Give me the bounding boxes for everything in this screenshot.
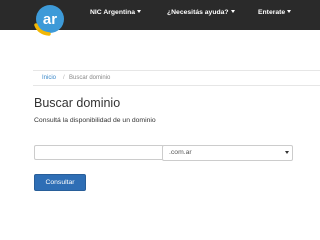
logo-text: ar — [43, 11, 57, 28]
nav-necesitas-ayuda[interactable]: ¿Necesitás ayuda? — [167, 9, 235, 16]
nav-nic-argentina[interactable]: NIC Argentina — [90, 9, 142, 16]
domain-input[interactable] — [34, 145, 164, 160]
breadcrumb: Inicio / Buscar dominio — [33, 70, 320, 86]
page-subtitle: Consultá la disponibilidad de un dominio — [34, 117, 156, 124]
nav-enterate-label: Enterate — [258, 9, 286, 16]
dropdown-arrow-icon — [285, 151, 289, 154]
chevron-down-icon — [287, 10, 292, 13]
breadcrumb-current: Buscar dominio — [69, 75, 111, 81]
breadcrumb-home-link[interactable]: Inicio — [42, 71, 56, 85]
tld-select[interactable]: .com.ar — [162, 145, 293, 161]
chevron-down-icon — [137, 10, 142, 13]
nic-argentina-logo[interactable]: ar — [33, 4, 67, 36]
breadcrumb-separator: / — [63, 75, 65, 81]
tld-selected-value: .com.ar — [169, 149, 192, 156]
page-title: Buscar dominio — [34, 96, 121, 110]
consultar-button[interactable]: Consultar — [34, 174, 86, 191]
nav-enterate[interactable]: Enterate — [258, 9, 292, 16]
top-navbar: ar NIC Argentina ¿Necesitás ayuda? Enter… — [0, 0, 320, 36]
nav-nic-argentina-label: NIC Argentina — [90, 9, 136, 16]
nav-necesitas-ayuda-label: ¿Necesitás ayuda? — [167, 9, 229, 16]
chevron-down-icon — [230, 10, 235, 13]
